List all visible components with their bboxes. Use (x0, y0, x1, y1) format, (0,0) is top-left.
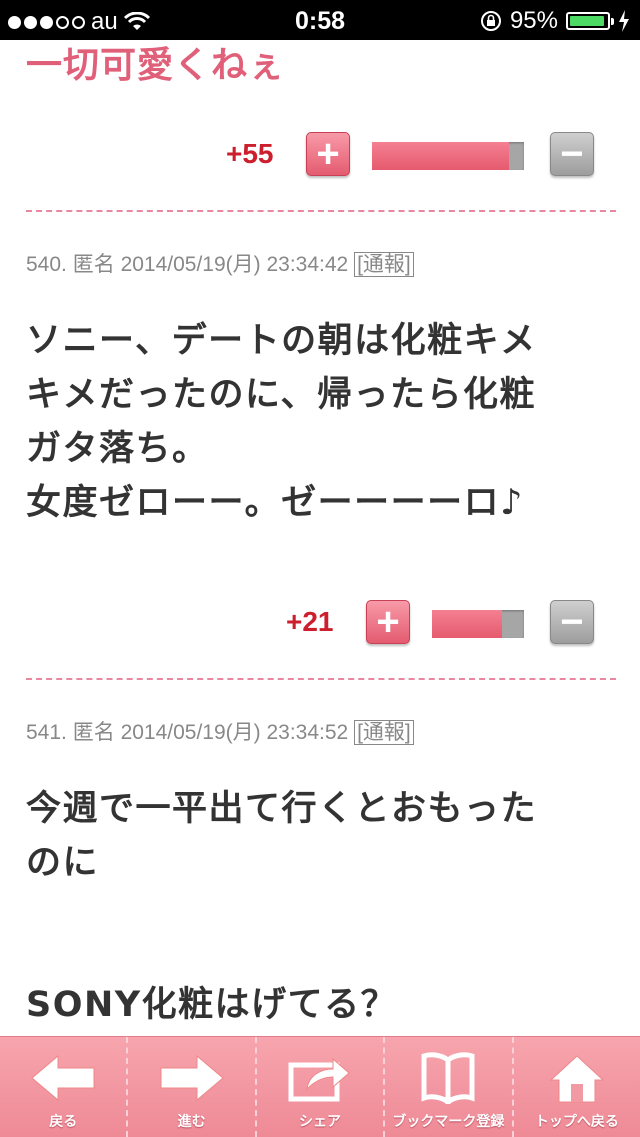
vote-row: +55 + − (0, 130, 640, 180)
report-link[interactable]: [通報] (354, 720, 414, 745)
divider (26, 678, 616, 680)
comment-body: 一切可愛くねぇ (26, 40, 616, 88)
comment-line: ガタ落ち。 (26, 429, 209, 469)
back-button[interactable]: 戻る (0, 1037, 129, 1137)
vote-ratio-bar (372, 142, 524, 170)
battery-icon (566, 12, 614, 30)
vote-score: +55 (226, 138, 274, 169)
comment-line: 女度ゼローー。ゼーーーーロ♪ (26, 483, 524, 523)
share-button[interactable]: シェア (257, 1037, 386, 1137)
comment-author: 匿名 (72, 721, 115, 744)
vote-score: +21 (286, 606, 334, 637)
forward-button[interactable]: 進む (128, 1037, 257, 1137)
report-link[interactable]: [通報] (354, 252, 414, 277)
home-button[interactable]: トップへ戻る (514, 1037, 640, 1137)
comment-list[interactable]: 一切可愛くねぇ +55 + − 540. 匿名 2014/05/19(月) 23… (0, 40, 640, 1036)
comment-line: キメだったのに、帰ったら化粧 (26, 375, 536, 415)
bookmark-label: ブックマーク登録 (392, 1114, 505, 1130)
home-label: トップへ戻る (534, 1114, 619, 1130)
divider (26, 210, 616, 212)
arrow-left-icon (30, 1051, 96, 1105)
bookmark-button[interactable]: ブックマーク登録 (385, 1037, 514, 1137)
vote-ratio-bar (432, 610, 524, 638)
back-label: 戻る (49, 1114, 78, 1130)
vote-plus-button[interactable]: + (306, 132, 350, 176)
comment-line: 一切可愛くねぇ (26, 45, 286, 86)
comment-line: のに (26, 843, 100, 883)
comment-meta: 540. 匿名 2014/05/19(月) 23:34:42 [通報] (26, 248, 414, 278)
share-label: シェア (299, 1114, 342, 1130)
comment-line: SONY化粧はげてる？ (26, 985, 398, 1025)
vote-ratio-fill (372, 142, 509, 170)
vote-row: +21 + − (0, 598, 640, 648)
status-bar: au 0:58 95% (0, 0, 640, 40)
arrow-right-icon (159, 1051, 225, 1105)
home-icon (549, 1051, 605, 1105)
battery-percent: 95% (509, 7, 558, 34)
vote-plus-button[interactable]: + (366, 600, 410, 644)
comment-line (26, 890, 616, 944)
share-icon (287, 1051, 353, 1105)
charging-icon (619, 10, 629, 32)
book-icon (420, 1051, 476, 1105)
vote-ratio-fill (432, 610, 502, 638)
comment-number: 540. (26, 253, 67, 276)
forward-label: 進む (177, 1114, 206, 1130)
comment-datetime: 2014/05/19(月) 23:34:42 (120, 253, 349, 276)
bottom-toolbar: 戻る 進む シェア ブックマーク登録 トップへ戻る (0, 1036, 640, 1137)
comment-number: 541. (26, 721, 67, 744)
comment-body: 今週で一平出て行くとおもった のに SONY化粧はげてる？ (26, 782, 616, 1032)
vote-minus-button[interactable]: − (550, 132, 594, 176)
comment-line: 今週で一平出て行くとおもった (26, 789, 538, 829)
comment-datetime: 2014/05/19(月) 23:34:52 (120, 721, 349, 744)
comment-meta: 541. 匿名 2014/05/19(月) 23:34:52 [通報] (26, 716, 414, 746)
orientation-lock-icon (480, 11, 501, 31)
comment-line: ソニー、デートの朝は化粧キメ (26, 321, 537, 361)
comment-body: ソニー、デートの朝は化粧キメ キメだったのに、帰ったら化粧 ガタ落ち。 女度ゼロ… (26, 314, 616, 530)
status-right: 95% (480, 7, 630, 35)
vote-minus-button[interactable]: − (550, 600, 594, 644)
comment-author: 匿名 (72, 253, 115, 276)
